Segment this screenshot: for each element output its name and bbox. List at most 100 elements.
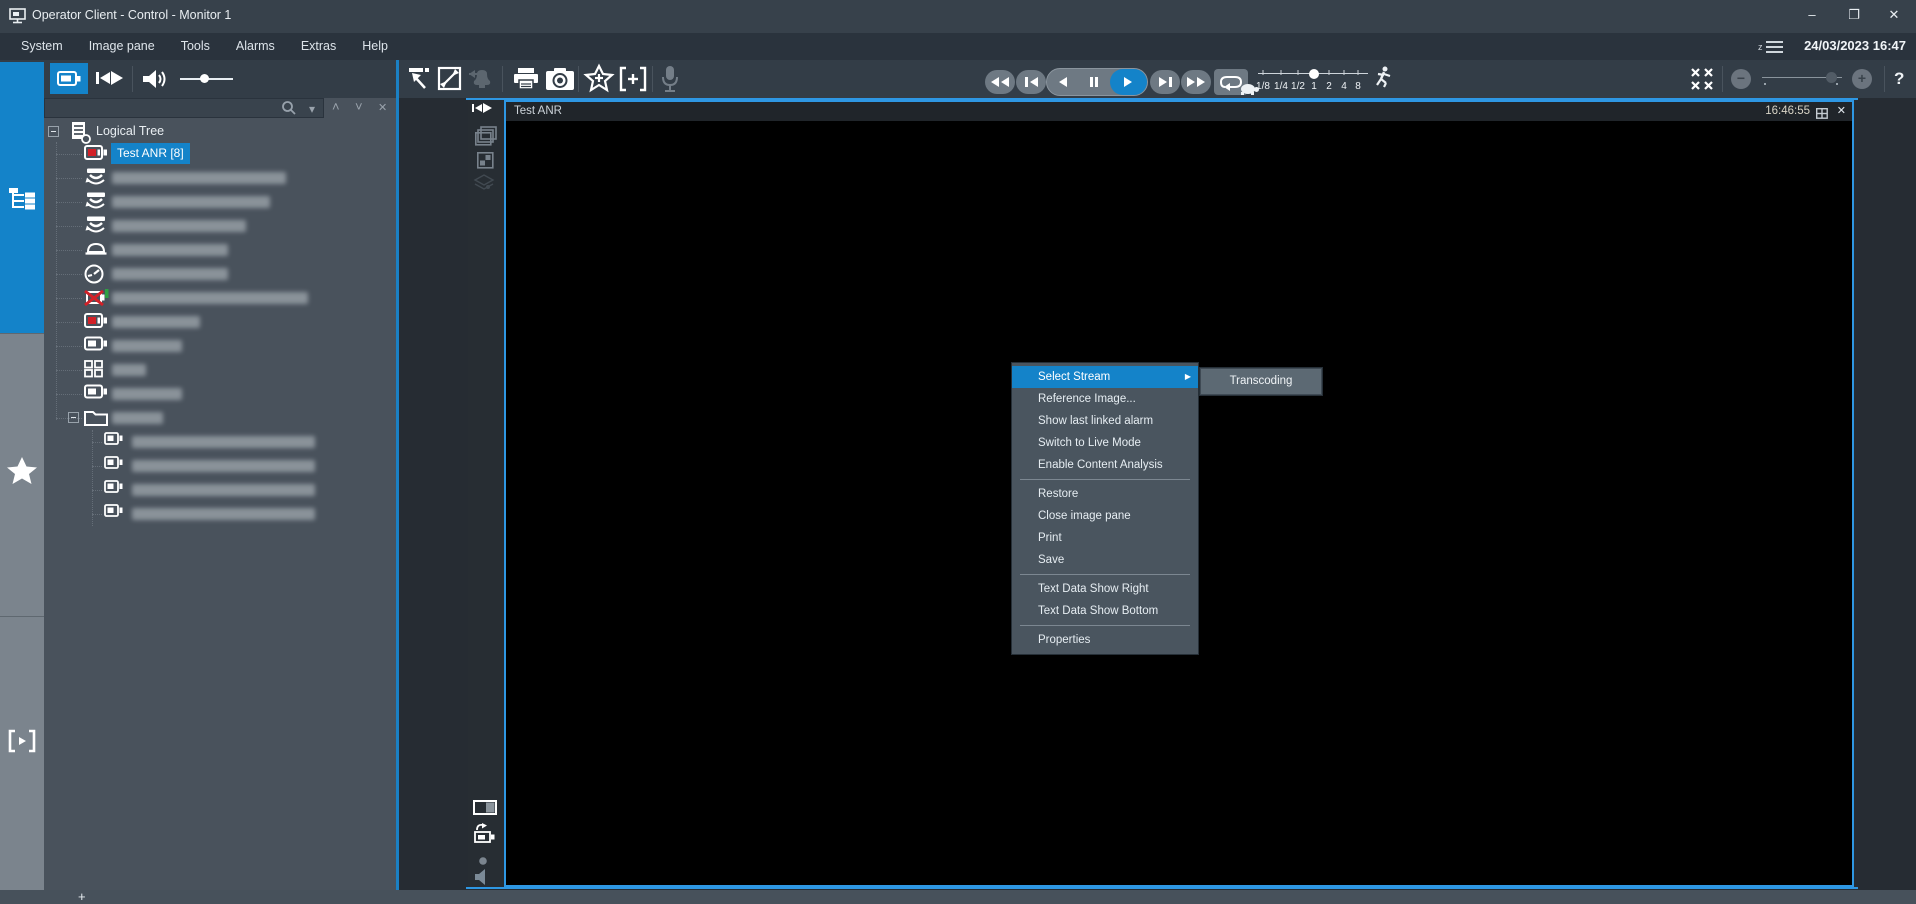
menu-help[interactable]: Help	[349, 33, 401, 60]
menu-alarms[interactable]: Alarms	[223, 33, 288, 60]
sub-camera-icon	[104, 432, 128, 452]
fast-rewind-button[interactable]	[985, 70, 1015, 94]
speed-label-1-2[interactable]: 1/2	[1291, 81, 1305, 92]
camera-reset-icon[interactable]	[473, 823, 497, 850]
search-options-caret-icon[interactable]: ▾	[309, 102, 315, 116]
search-next-icon[interactable]: ˅	[355, 99, 363, 114]
fast-forward-button[interactable]	[1181, 70, 1211, 94]
search-close-icon[interactable]: ✕	[378, 101, 387, 114]
sidebar-tab-favorites[interactable]	[0, 333, 44, 616]
tree-item[interactable]	[44, 238, 396, 262]
speed-label-4[interactable]: 4	[1341, 81, 1347, 92]
tree-item[interactable]	[44, 430, 396, 454]
step-forward-button[interactable]	[1150, 70, 1180, 94]
sidebar-tab-logical-tree[interactable]	[0, 62, 44, 333]
tree-root-row[interactable]: Logical Tree	[44, 120, 396, 144]
context-menu-item-restore[interactable]: Restore	[1012, 483, 1198, 505]
print-icon[interactable]	[512, 66, 540, 97]
step-back-button[interactable]	[1016, 70, 1046, 94]
speed-slider-knob[interactable]	[1309, 69, 1319, 79]
instant-playback-small-icon[interactable]	[472, 103, 492, 113]
search-previous-icon[interactable]: ˄	[332, 99, 340, 114]
snapshot-icon[interactable]	[545, 67, 575, 96]
pane-audio-muted-icon[interactable]	[474, 868, 490, 891]
tree-item[interactable]	[44, 190, 396, 214]
close-all-panes-icon[interactable]	[1690, 67, 1716, 98]
volume-slider-knob[interactable]	[200, 74, 209, 83]
menu-extras[interactable]: Extras	[288, 33, 349, 60]
context-menu-item-close-image-pane[interactable]: Close image pane	[1012, 505, 1198, 527]
expander-minus-icon[interactable]	[48, 126, 59, 137]
context-menu-item-print[interactable]: Print	[1012, 527, 1198, 549]
pane-close-icon[interactable]: ✕	[1837, 104, 1846, 117]
maximize-pane-icon[interactable]	[437, 66, 463, 97]
context-menu-item-save[interactable]: Save	[1012, 549, 1198, 571]
redacted-tree-label	[112, 172, 286, 184]
context-menu-item-text-data-show-bottom[interactable]: Text Data Show Bottom	[1012, 600, 1198, 622]
panel-splitter[interactable]	[396, 60, 399, 890]
restore-panes-icon[interactable]	[407, 66, 433, 97]
dome-camera-icon	[84, 240, 108, 260]
context-menu-item-properties[interactable]: Properties	[1012, 629, 1198, 651]
add-tab-button[interactable]: +	[78, 889, 86, 904]
context-menu-item-show-last-linked-alarm[interactable]: Show last linked alarm	[1012, 410, 1198, 432]
pane-count-slider-knob[interactable]	[1826, 72, 1837, 83]
tree-guide-stub	[56, 202, 82, 203]
speed-label-2[interactable]: 2	[1326, 81, 1332, 92]
context-menu-item-enable-content-analysis[interactable]: Enable Content Analysis	[1012, 454, 1198, 476]
context-menu-item-select-stream[interactable]: Select Stream▶	[1012, 366, 1198, 388]
tree-item[interactable]	[44, 454, 396, 478]
play-reverse-button[interactable]	[1047, 69, 1078, 95]
cascade-panes-icon[interactable]	[475, 126, 497, 151]
play-button-active[interactable]	[1110, 69, 1148, 95]
pane-bar-position-icon[interactable]	[473, 800, 497, 820]
zoom-out-button[interactable]: −	[1731, 69, 1751, 89]
help-button[interactable]: ?	[1894, 69, 1904, 89]
speed-label-1-4[interactable]: 1/4	[1274, 81, 1288, 92]
menu-system[interactable]: System	[8, 33, 76, 60]
image-window-button-active[interactable]	[50, 63, 88, 94]
context-menu-item-reference-image[interactable]: Reference Image...	[1012, 388, 1198, 410]
tree-item[interactable]	[44, 502, 396, 526]
tree-item[interactable]	[44, 406, 396, 430]
tree-item[interactable]	[44, 286, 396, 310]
search-input[interactable]: ▾	[44, 98, 324, 118]
speed-tick	[1298, 70, 1299, 75]
pane-pattern-icon[interactable]	[477, 152, 494, 174]
speed-label-8[interactable]: 8	[1355, 81, 1361, 92]
close-button[interactable]: ✕	[1874, 0, 1914, 30]
tree-guide-stub	[56, 154, 82, 155]
tree-item[interactable]	[44, 382, 396, 406]
add-favorite-star-icon[interactable]	[584, 64, 614, 97]
tree-item[interactable]	[44, 334, 396, 358]
context-menu-item-switch-to-live-mode[interactable]: Switch to Live Mode	[1012, 432, 1198, 454]
tree-item[interactable]	[44, 214, 396, 238]
audio-button[interactable]	[141, 67, 167, 96]
ptz-camera-icon	[84, 216, 108, 236]
menu-tools[interactable]: Tools	[168, 33, 223, 60]
zoom-in-button[interactable]: +	[1852, 69, 1872, 89]
sidebar-tab-exports[interactable]	[0, 616, 44, 890]
pause-button[interactable]	[1078, 69, 1109, 95]
runner-fast-icon	[1374, 66, 1392, 93]
speed-label-1[interactable]: 1	[1311, 81, 1317, 92]
restore-button[interactable]: ❐	[1834, 0, 1874, 30]
context-menu-item-text-data-show-right[interactable]: Text Data Show Right	[1012, 578, 1198, 600]
alarm-accept-icon-disabled	[468, 66, 496, 97]
tree-item[interactable]	[44, 166, 396, 190]
alarm-list-icon[interactable]: z	[1758, 38, 1784, 61]
map-layers-icon[interactable]	[474, 174, 494, 197]
instant-playback-button[interactable]	[96, 71, 123, 85]
tree-item[interactable]	[44, 478, 396, 502]
speed-label-1-8[interactable]: 1/8	[1256, 81, 1270, 92]
minimize-button[interactable]: –	[1792, 0, 1832, 30]
add-bookmark-icon[interactable]	[618, 66, 648, 97]
tree-item-selected[interactable]: Test ANR [8]	[44, 142, 396, 166]
ptz-camera-icon	[84, 168, 108, 188]
tree-item[interactable]	[44, 310, 396, 334]
tree-item[interactable]	[44, 262, 396, 286]
submenu-item-transcoding[interactable]: Transcoding	[1201, 369, 1321, 394]
tree-guide-stub	[56, 322, 82, 323]
menu-image-pane[interactable]: Image pane	[76, 33, 168, 60]
tree-item[interactable]	[44, 358, 396, 382]
